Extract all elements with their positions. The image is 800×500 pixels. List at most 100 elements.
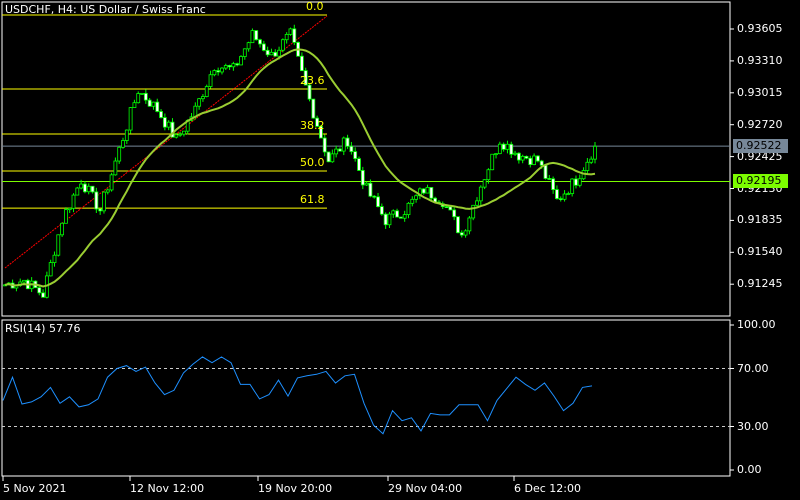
candle xyxy=(86,183,91,195)
candle xyxy=(398,216,403,219)
candle xyxy=(360,166,365,190)
candle xyxy=(585,158,590,175)
chart-canvas[interactable] xyxy=(0,0,800,500)
fib-level-label: 50.0 xyxy=(300,155,325,169)
candle xyxy=(357,156,361,172)
candle xyxy=(246,41,251,52)
candle xyxy=(330,149,335,163)
fib-level-label: 0.0 xyxy=(306,0,324,14)
candle xyxy=(258,38,262,48)
bid-price-label: 0.92522 xyxy=(733,139,788,153)
candle xyxy=(475,197,479,207)
candle xyxy=(353,147,358,162)
candle xyxy=(250,28,255,44)
candle xyxy=(132,99,137,108)
candle xyxy=(520,154,525,164)
price-axis-label: 0.91835 xyxy=(737,213,783,227)
candle xyxy=(269,48,274,56)
candle xyxy=(60,222,64,237)
candle xyxy=(387,211,392,228)
candle xyxy=(395,208,399,218)
candle xyxy=(128,106,133,134)
candle xyxy=(406,202,411,219)
candle xyxy=(64,207,68,224)
candle xyxy=(239,55,243,66)
candle xyxy=(364,181,369,186)
candle xyxy=(368,179,373,198)
candle xyxy=(349,141,354,155)
candle xyxy=(216,67,221,76)
fib-level-label: 23.6 xyxy=(300,74,325,87)
candle xyxy=(162,113,167,131)
candle xyxy=(90,185,95,194)
candle xyxy=(254,30,259,41)
candle xyxy=(261,40,266,52)
candle xyxy=(524,155,529,160)
candle xyxy=(532,153,536,166)
candle xyxy=(208,70,213,89)
rsi-axis-label: 0.00 xyxy=(737,463,762,476)
price-axis-label: 0.91540 xyxy=(737,245,783,259)
candle xyxy=(231,61,236,71)
candle xyxy=(147,97,152,107)
candle xyxy=(497,141,502,155)
candle xyxy=(220,67,224,75)
candle xyxy=(551,176,556,194)
candle xyxy=(300,52,304,72)
candle xyxy=(379,203,384,216)
time-axis-label: 5 Nov 2021 xyxy=(3,482,67,495)
candle xyxy=(383,212,388,229)
candle xyxy=(265,46,270,57)
candle xyxy=(212,69,217,77)
candle xyxy=(326,151,331,163)
candle xyxy=(490,153,495,171)
candle xyxy=(204,84,209,98)
candle xyxy=(83,181,87,194)
candle xyxy=(421,188,426,195)
candle xyxy=(547,174,552,180)
candle xyxy=(124,129,129,144)
candle xyxy=(558,196,563,202)
candle xyxy=(334,145,339,158)
candle xyxy=(182,130,186,137)
candle xyxy=(467,215,472,235)
candle xyxy=(536,155,540,163)
candle xyxy=(410,196,415,207)
candle xyxy=(452,206,457,221)
candle xyxy=(159,109,163,119)
candle xyxy=(566,191,571,196)
rsi-axis-label: 100.00 xyxy=(737,318,776,331)
candle xyxy=(56,234,61,257)
candle xyxy=(574,175,578,189)
candle xyxy=(178,131,182,137)
candle xyxy=(75,186,80,196)
candle xyxy=(478,185,483,206)
candle xyxy=(280,38,285,53)
candle xyxy=(376,192,380,208)
candle xyxy=(71,193,76,213)
candle xyxy=(555,185,559,200)
candle xyxy=(98,208,103,215)
candle xyxy=(322,134,327,157)
candle xyxy=(425,184,430,194)
candle xyxy=(201,94,205,102)
price-axis-label: 0.92720 xyxy=(737,117,783,131)
candle xyxy=(102,191,106,214)
time-axis-label: 19 Nov 20:00 xyxy=(258,482,333,495)
time-axis-label: 29 Nov 04:00 xyxy=(388,482,463,495)
candle xyxy=(543,164,548,180)
chart-title: USDCHF, H4: US Dollar / Swiss Franc xyxy=(5,3,206,16)
candle xyxy=(341,136,346,156)
candle xyxy=(166,120,171,131)
candle xyxy=(391,209,396,218)
candle xyxy=(562,190,567,202)
candle xyxy=(105,188,110,195)
candle xyxy=(48,259,53,277)
candle xyxy=(155,98,160,113)
candle xyxy=(509,141,514,159)
candle xyxy=(456,216,460,234)
candle xyxy=(109,172,114,192)
candle xyxy=(459,230,464,238)
rsi-label: RSI(14) 57.76 xyxy=(5,322,81,335)
candle xyxy=(528,155,533,168)
